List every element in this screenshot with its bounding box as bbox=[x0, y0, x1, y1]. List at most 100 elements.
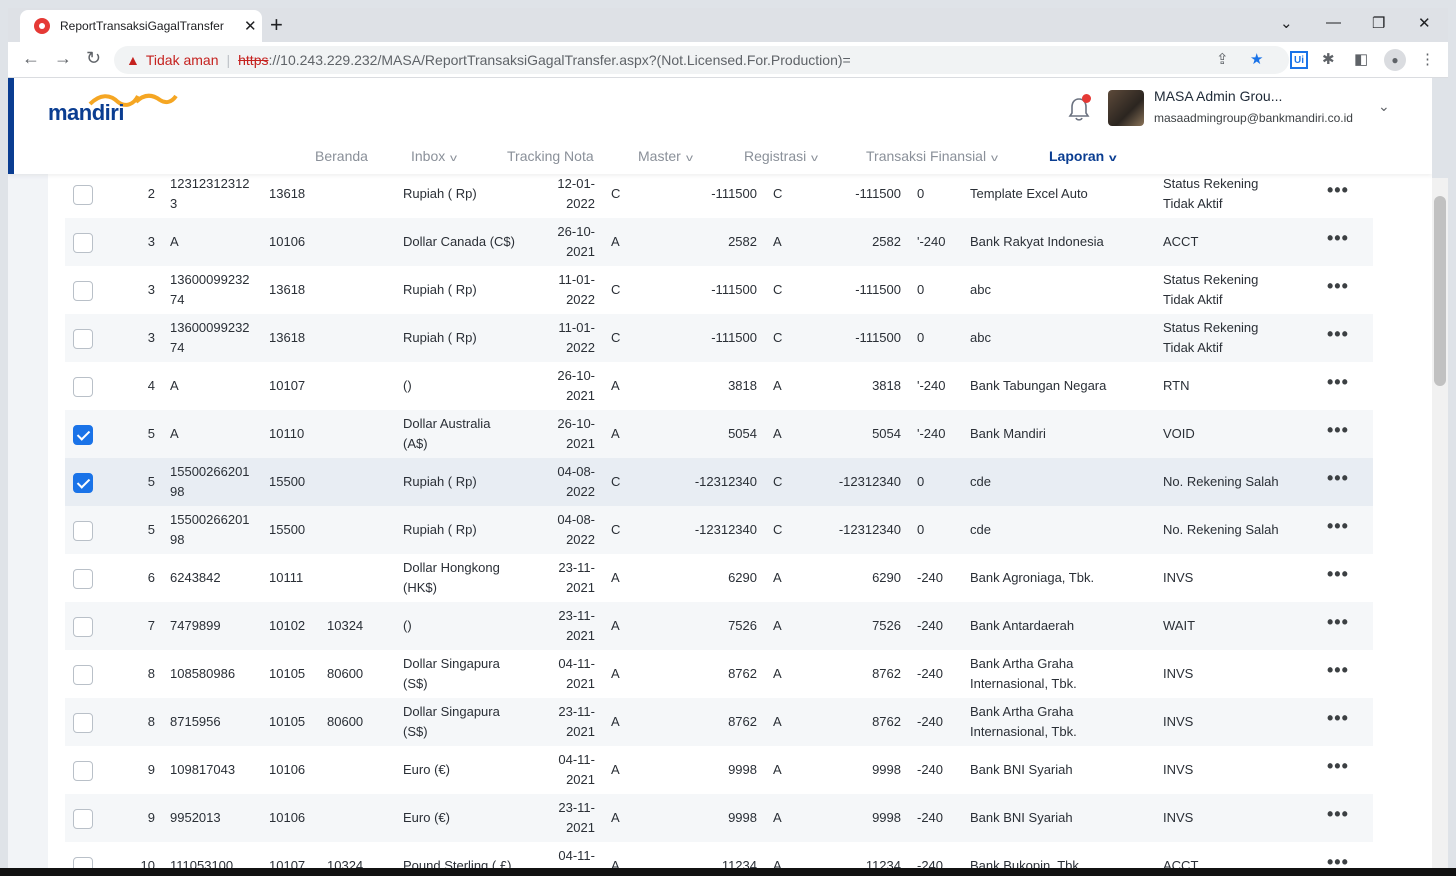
table-row[interactable]: 5 15500266201 98 15500 Rupiah ( Rp) 04-08- 2… bbox=[65, 458, 1373, 506]
row-checkbox[interactable] bbox=[73, 473, 93, 493]
cell-status: Status Rekening Tidak Aktif bbox=[1163, 176, 1259, 211]
cell-code: 10111 bbox=[269, 570, 304, 585]
table-row[interactable]: 8 8715956 10105 80600 Dollar Singapura (S$) 2… bbox=[65, 698, 1373, 746]
row-actions-more-icon[interactable]: ••• bbox=[1327, 564, 1349, 585]
row-checkbox[interactable] bbox=[73, 617, 93, 637]
cell-account: 13600099232 74 bbox=[170, 320, 250, 355]
table-row[interactable]: 8 108580986 10105 80600 Dollar Singapura (S$… bbox=[65, 650, 1373, 698]
chevron-down-icon: v bbox=[991, 153, 999, 164]
cell-type-2: C bbox=[773, 522, 783, 537]
row-actions-more-icon[interactable]: ••• bbox=[1327, 516, 1349, 537]
address-bar[interactable]: ▲ Tidak aman | https ://10.243.229.232/M… bbox=[114, 46, 1289, 74]
row-checkbox[interactable] bbox=[73, 281, 93, 301]
cell-type-2: A bbox=[773, 762, 782, 777]
table-row[interactable]: 5 A 10110 Dollar Australia (A$) 26-10- 2021 A… bbox=[65, 410, 1373, 458]
cell-type-2: A bbox=[773, 426, 782, 441]
cell-type-2: A bbox=[773, 378, 782, 393]
row-actions-more-icon[interactable]: ••• bbox=[1327, 180, 1349, 201]
menu-tracking-nota[interactable]: Tracking Nota bbox=[507, 148, 594, 164]
menu-label: Inbox bbox=[411, 148, 446, 164]
menu-inbox[interactable]: Inbox v bbox=[411, 148, 457, 164]
menu-beranda[interactable]: Beranda bbox=[315, 148, 368, 164]
table-row[interactable]: 3 13600099232 74 13618 Rupiah ( Rp) 11-01- 2… bbox=[65, 266, 1373, 314]
table-row[interactable]: 6 6243842 10111 Dollar Hongkong (HK$) 23-11-… bbox=[65, 554, 1373, 602]
row-actions-more-icon[interactable]: ••• bbox=[1327, 468, 1349, 489]
profile-icon[interactable]: ● bbox=[1384, 49, 1406, 71]
table-row[interactable]: 2 12312312312 3 13618 Rupiah ( Rp) 12-01- 20… bbox=[65, 170, 1373, 218]
row-checkbox[interactable] bbox=[73, 713, 93, 733]
table-row[interactable]: 9 9952013 10106 Euro (€) 23-11- 2021 A 9998 A 99… bbox=[65, 794, 1373, 842]
table-row[interactable]: 9 109817043 10106 Euro (€) 04-11- 2021 A 9998 A… bbox=[65, 746, 1373, 794]
row-checkbox[interactable] bbox=[73, 761, 93, 781]
cell-status: INVS bbox=[1163, 570, 1194, 585]
cell-response-code: 0 bbox=[917, 186, 925, 201]
warning-triangle-icon: ▲ bbox=[126, 52, 140, 68]
table-row[interactable]: 5 15500266201 98 15500 Rupiah ( Rp) 04-08- 2… bbox=[65, 506, 1373, 554]
cell-currency: Dollar Hongkong (HK$) bbox=[403, 560, 500, 595]
side-panel-icon[interactable]: ◧ bbox=[1354, 50, 1368, 68]
browser-menu-icon[interactable]: ⋮ bbox=[1420, 50, 1435, 68]
row-checkbox[interactable] bbox=[73, 377, 93, 397]
avatar[interactable] bbox=[1108, 90, 1144, 126]
close-window-icon[interactable]: ✕ bbox=[1418, 14, 1431, 32]
row-actions-more-icon[interactable]: ••• bbox=[1327, 804, 1349, 825]
reload-icon[interactable]: ↻ bbox=[86, 48, 101, 69]
restore-window-icon[interactable]: ❐ bbox=[1372, 14, 1385, 32]
cell-code-2: 80600 bbox=[327, 714, 364, 729]
cell-account: 15500266201 98 bbox=[170, 464, 250, 499]
row-checkbox[interactable] bbox=[73, 185, 93, 205]
row-checkbox[interactable] bbox=[73, 809, 93, 829]
row-checkbox[interactable] bbox=[73, 569, 93, 589]
close-tab-icon[interactable]: ✕ bbox=[244, 17, 257, 35]
browser-tab[interactable]: ReportTransaksiGagalTransfer ✕ bbox=[20, 10, 262, 42]
table-row[interactable]: 3 A 10106 Dollar Canada (C$) 26-10- 2021 A 258… bbox=[65, 218, 1373, 266]
row-actions-more-icon[interactable]: ••• bbox=[1327, 276, 1349, 297]
row-checkbox[interactable] bbox=[73, 665, 93, 685]
table-row[interactable]: 4 A 10107() 26-10- 2021 A 3818 A 3818 '-240 Bank … bbox=[65, 362, 1373, 410]
forward-arrow-icon[interactable]: → bbox=[54, 48, 72, 69]
row-actions-more-icon[interactable]: ••• bbox=[1327, 708, 1349, 729]
table-row[interactable]: 7 7479899 10102 10324 () 23-11- 2021 A 7526 A 752… bbox=[65, 602, 1373, 650]
page-scrollbar-thumb[interactable] bbox=[1434, 196, 1446, 386]
row-actions-more-icon[interactable]: ••• bbox=[1327, 756, 1349, 777]
share-icon[interactable]: ⇪ bbox=[1216, 50, 1229, 68]
chevron-down-icon: v bbox=[685, 153, 693, 164]
cell-response-code: -240 bbox=[917, 618, 944, 633]
cell-type-1: C bbox=[611, 186, 621, 201]
cell-type-2: A bbox=[773, 666, 782, 681]
back-arrow-icon[interactable]: ← bbox=[22, 48, 40, 69]
user-menu-chevron-icon[interactable]: ⌄ bbox=[1378, 98, 1390, 115]
menu-label: Transaksi Finansial bbox=[866, 148, 987, 164]
row-actions-more-icon[interactable]: ••• bbox=[1327, 612, 1349, 633]
cell-account: A bbox=[170, 426, 179, 441]
uipath-extension-icon[interactable]: Ui bbox=[1290, 51, 1308, 69]
row-checkbox[interactable] bbox=[73, 521, 93, 541]
row-actions-more-icon[interactable]: ••• bbox=[1327, 420, 1349, 441]
cell-type-1: A bbox=[611, 762, 620, 777]
menu-laporan[interactable]: Laporan v bbox=[1049, 148, 1117, 164]
menu-transaksi-finansial[interactable]: Transaksi Finansial v bbox=[866, 148, 999, 164]
browser-tab-strip: ReportTransaksiGagalTransfer ✕ + ⌄ — ❐ ✕ bbox=[8, 8, 1448, 42]
table-row[interactable]: 3 13600099232 74 13618 Rupiah ( Rp) 11-01- 2… bbox=[65, 314, 1373, 362]
row-actions-more-icon[interactable]: ••• bbox=[1327, 228, 1349, 249]
new-tab-button[interactable]: + bbox=[270, 12, 283, 38]
cell-account: 8715956 bbox=[170, 714, 221, 729]
row-checkbox[interactable] bbox=[73, 425, 93, 445]
menu-master[interactable]: Master v bbox=[638, 148, 693, 164]
menu-registrasi[interactable]: Registrasi v bbox=[744, 148, 818, 164]
cell-status: INVS bbox=[1163, 666, 1194, 681]
not-secure-label[interactable]: Tidak aman bbox=[146, 52, 219, 68]
row-checkbox[interactable] bbox=[73, 329, 93, 349]
cell-currency: Rupiah ( Rp) bbox=[403, 330, 477, 345]
row-checkbox[interactable] bbox=[73, 233, 93, 253]
cell-date: 23-11- 2021 bbox=[558, 704, 595, 739]
extensions-puzzle-icon[interactable]: ✱ bbox=[1322, 50, 1335, 68]
row-actions-more-icon[interactable]: ••• bbox=[1327, 372, 1349, 393]
tab-search-chevron-icon[interactable]: ⌄ bbox=[1280, 14, 1293, 32]
row-actions-more-icon[interactable]: ••• bbox=[1327, 660, 1349, 681]
row-actions-more-icon[interactable]: ••• bbox=[1327, 324, 1349, 345]
bookmark-star-icon[interactable]: ★ bbox=[1250, 50, 1263, 68]
cell-date: 23-11- 2021 bbox=[558, 608, 595, 643]
minimize-window-icon[interactable]: — bbox=[1326, 14, 1341, 31]
mandiri-logo[interactable]: mandiri bbox=[48, 92, 178, 132]
